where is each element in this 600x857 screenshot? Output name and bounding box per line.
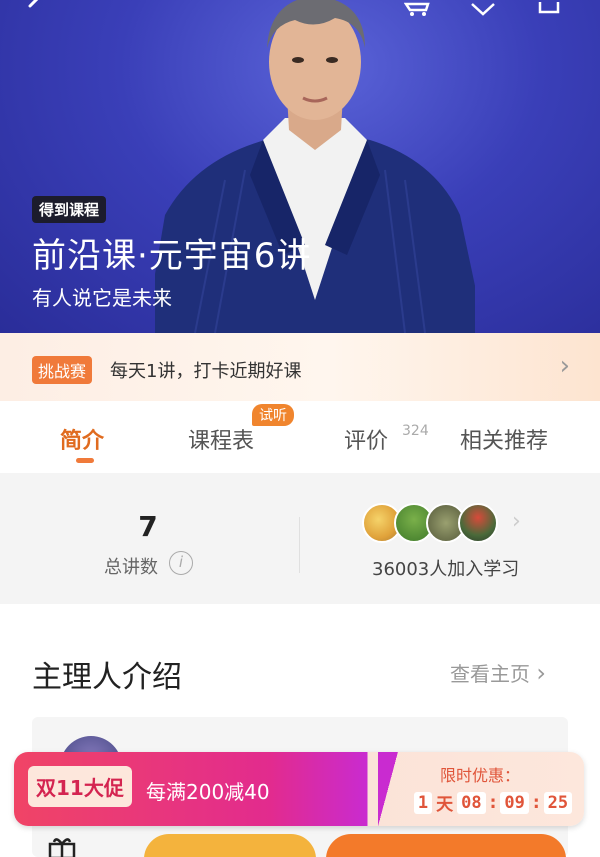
chevron-right-icon: › xyxy=(559,351,570,381)
course-stats: 7 总讲数 i › 36003人加入学习 xyxy=(0,473,600,604)
tab-intro[interactable]: 简介 xyxy=(60,423,104,455)
info-icon[interactable]: i xyxy=(169,551,193,575)
promo-banner[interactable]: 双11大促 每满200减40 限时优惠： 1 天 08 : 09 : 25 xyxy=(14,752,584,826)
chevron-right-icon[interactable]: › xyxy=(512,509,521,534)
lesson-count: 7 xyxy=(138,510,158,543)
share-icon[interactable] xyxy=(538,0,560,22)
back-arrow-icon[interactable] xyxy=(24,0,44,22)
tab-reviews[interactable]: 评价 xyxy=(344,423,388,455)
tab-recommendations[interactable]: 相关推荐 xyxy=(460,423,548,455)
section-title: 主理人介绍 xyxy=(32,660,182,695)
promo-text: 每满200减40 xyxy=(146,780,270,804)
tab-schedule[interactable]: 课程表 xyxy=(188,423,254,455)
limited-offer-label: 限时优惠： xyxy=(440,766,521,785)
countdown-sep: : xyxy=(532,792,540,813)
instructor-photo xyxy=(155,0,475,333)
learners-count: 36003人加入学习 xyxy=(372,559,520,580)
challenge-text: 每天1讲，打卡近期好课 xyxy=(110,361,302,382)
promo-divider xyxy=(378,752,398,826)
trial-badge: 试听 xyxy=(252,404,294,426)
course-subtitle: 有人说它是未来 xyxy=(32,286,172,310)
countdown-hours: 08 xyxy=(457,791,486,814)
view-homepage-link[interactable]: 查看主页 › xyxy=(450,658,546,687)
divider xyxy=(299,517,300,573)
countdown-timer: 1 天 08 : 09 : 25 xyxy=(402,790,584,815)
challenge-banner[interactable]: 挑战赛 每天1讲，打卡近期好课 › xyxy=(0,333,600,401)
countdown-days: 1 xyxy=(413,791,433,814)
learner-avatar xyxy=(458,503,498,543)
lesson-count-label: 总讲数 xyxy=(104,557,158,578)
course-title: 前沿课·元宇宙6讲 xyxy=(32,236,312,276)
chevron-right-icon: › xyxy=(536,659,546,687)
gift-purchase-button[interactable] xyxy=(144,834,316,857)
countdown-days-unit: 天 xyxy=(436,795,454,815)
countdown-seconds: 25 xyxy=(543,791,573,814)
course-hero-banner: 得到课程 前沿课·元宇宙6讲 有人说它是未来 xyxy=(0,0,600,333)
promo-tag: 双11大促 xyxy=(28,766,132,807)
countdown-minutes: 09 xyxy=(500,791,529,814)
brand-tag: 得到课程 xyxy=(32,196,107,223)
gift-icon[interactable] xyxy=(48,836,76,857)
buy-button[interactable] xyxy=(326,834,566,857)
view-homepage-label: 查看主页 xyxy=(450,662,530,686)
challenge-badge: 挑战赛 xyxy=(32,356,93,384)
active-tab-indicator xyxy=(76,458,94,463)
countdown-sep: : xyxy=(489,792,497,813)
review-count: 324 xyxy=(402,423,429,439)
